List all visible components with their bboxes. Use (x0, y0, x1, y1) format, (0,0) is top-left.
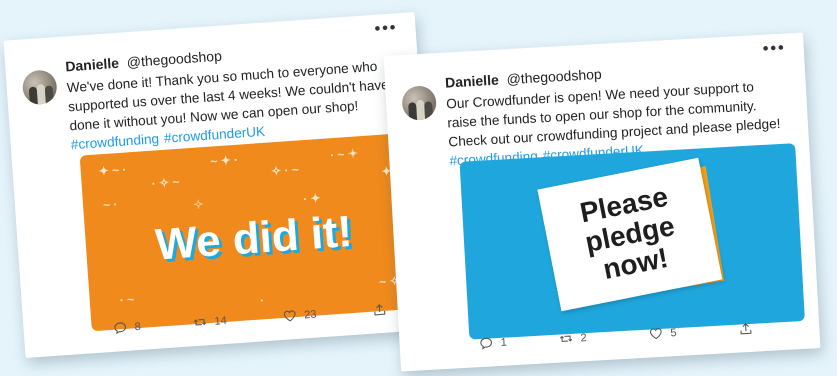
avatar[interactable] (401, 85, 438, 121)
tweet-card-1: ••• Danielle @thegoodshop We've done it!… (3, 12, 437, 358)
like-icon (283, 310, 296, 322)
pledge-note: Please pledge now! (537, 157, 723, 312)
tweet-image-we-did-it[interactable]: ✦ ~ · · ✧ ~ ~ ✦ · ✧ · ~ · ~ ✦ ✦ · ~ · ✧ … (79, 132, 428, 332)
reply-button[interactable]: 8 (113, 320, 141, 335)
tweet-card-2: ••• Danielle @thegoodshop Our Crowdfunde… (383, 32, 821, 372)
share-button[interactable] (373, 303, 387, 317)
hashtag-link[interactable]: #crowdfunderUK (164, 124, 266, 146)
tweet-image-please-pledge[interactable]: Please pledge now! (459, 143, 805, 340)
retweet-count: 14 (214, 314, 228, 328)
retweet-icon (193, 318, 207, 326)
reply-icon (480, 337, 492, 350)
reply-button[interactable]: 1 (479, 336, 507, 350)
banner-text: We did it! (153, 206, 354, 270)
more-options-icon[interactable]: ••• (374, 19, 398, 39)
like-icon (650, 328, 662, 340)
reply-icon (114, 322, 126, 335)
author-name[interactable]: Danielle (445, 72, 500, 91)
author-handle[interactable]: @thegoodshop (126, 48, 222, 71)
more-options-icon[interactable]: ••• (762, 40, 786, 59)
reply-count: 1 (500, 336, 508, 349)
retweet-button[interactable]: 14 (193, 314, 227, 329)
tweet-body: Our Crowdfunder is open! We need your su… (445, 79, 781, 150)
hashtag-link[interactable]: #crowdfunding (70, 131, 159, 152)
like-count: 23 (303, 308, 317, 321)
author-name[interactable]: Danielle (65, 55, 120, 75)
author-handle[interactable]: @thegoodshop (506, 66, 602, 87)
reply-count: 8 (134, 320, 142, 333)
like-count: 5 (670, 326, 677, 339)
share-icon (740, 323, 752, 335)
retweet-count: 2 (580, 331, 588, 344)
retweet-button[interactable]: 2 (559, 331, 587, 345)
share-button[interactable] (739, 322, 753, 336)
share-icon (374, 304, 386, 316)
avatar[interactable] (21, 69, 58, 106)
like-button[interactable]: 5 (649, 326, 677, 340)
retweet-icon (559, 335, 573, 342)
like-button[interactable]: 23 (283, 308, 317, 323)
